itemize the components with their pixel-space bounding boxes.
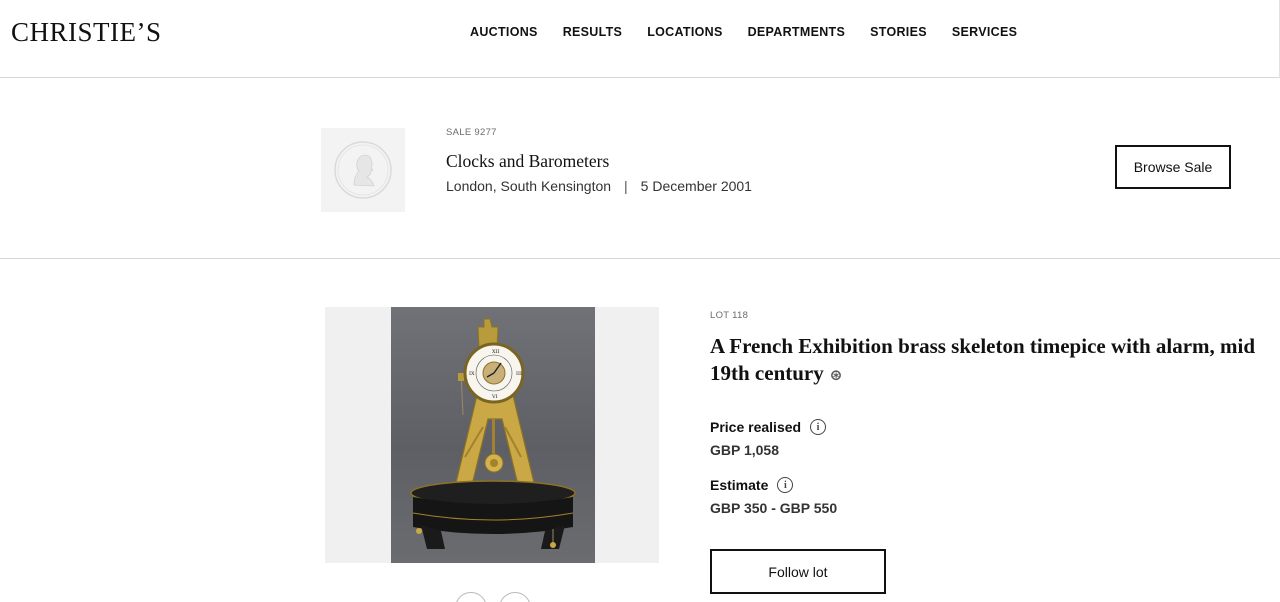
christies-logo[interactable]: CHRISTIE’S [11, 17, 162, 48]
nav-locations[interactable]: LOCATIONS [647, 25, 722, 39]
site-header: CHRISTIE’S AUCTIONS RESULTS LOCATIONS DE… [0, 0, 1280, 78]
lot-image-frame: XII III VI IX [325, 307, 659, 563]
svg-text:VI: VI [491, 394, 498, 400]
sale-number: SALE 9277 [446, 127, 497, 138]
follow-lot-button[interactable]: Follow lot [710, 549, 886, 594]
svg-text:III: III [516, 371, 522, 377]
svg-text:IX: IX [469, 371, 475, 377]
lot-image[interactable]: XII III VI IX [391, 307, 595, 563]
lot-title: A French Exhibition brass skeleton timep… [710, 333, 1275, 389]
info-icon[interactable]: i [810, 419, 827, 435]
estimate-label-text: Estimate [710, 477, 769, 493]
browse-sale-button[interactable]: Browse Sale [1115, 145, 1231, 189]
image-carousel-controls [455, 592, 531, 602]
nav-stories[interactable]: STORIES [870, 25, 927, 39]
svg-text:XII: XII [492, 349, 500, 355]
price-realised-value: GBP 1,058 [710, 442, 780, 458]
price-realised-label-text: Price realised [710, 419, 802, 435]
nav-departments[interactable]: DEPARTMENTS [748, 25, 846, 39]
price-realised-label: Price realised i [710, 419, 827, 435]
sale-location: London, South Kensington [446, 178, 612, 194]
portrait-medallion-icon [334, 141, 392, 199]
main-nav: AUCTIONS RESULTS LOCATIONS DEPARTMENTS S… [470, 25, 1042, 39]
sale-meta: London, South Kensington | 5 December 20… [446, 178, 752, 194]
lot-number: LOT 118 [710, 310, 749, 321]
sale-title[interactable]: Clocks and Barometers [446, 151, 609, 172]
sale-meta-separator: | [624, 178, 628, 194]
carousel-next-button[interactable] [499, 592, 531, 602]
sale-banner: SALE 9277 Clocks and Barometers London, … [0, 78, 1280, 259]
estimate-label: Estimate i [710, 477, 794, 493]
lot-title-text: A French Exhibition brass skeleton timep… [710, 334, 1256, 385]
carousel-prev-button[interactable] [455, 592, 487, 602]
nav-services[interactable]: SERVICES [952, 25, 1017, 39]
nav-auctions[interactable]: AUCTIONS [470, 25, 538, 39]
info-icon[interactable]: i [777, 477, 794, 493]
asterisk-circle-icon: ⊛ [829, 366, 843, 384]
sale-date: 5 December 2001 [640, 178, 752, 194]
estimate-value: GBP 350 - GBP 550 [710, 500, 838, 516]
skeleton-clock-illustration: XII III VI IX [410, 318, 576, 549]
sale-thumbnail[interactable] [321, 128, 405, 212]
nav-results[interactable]: RESULTS [563, 25, 623, 39]
